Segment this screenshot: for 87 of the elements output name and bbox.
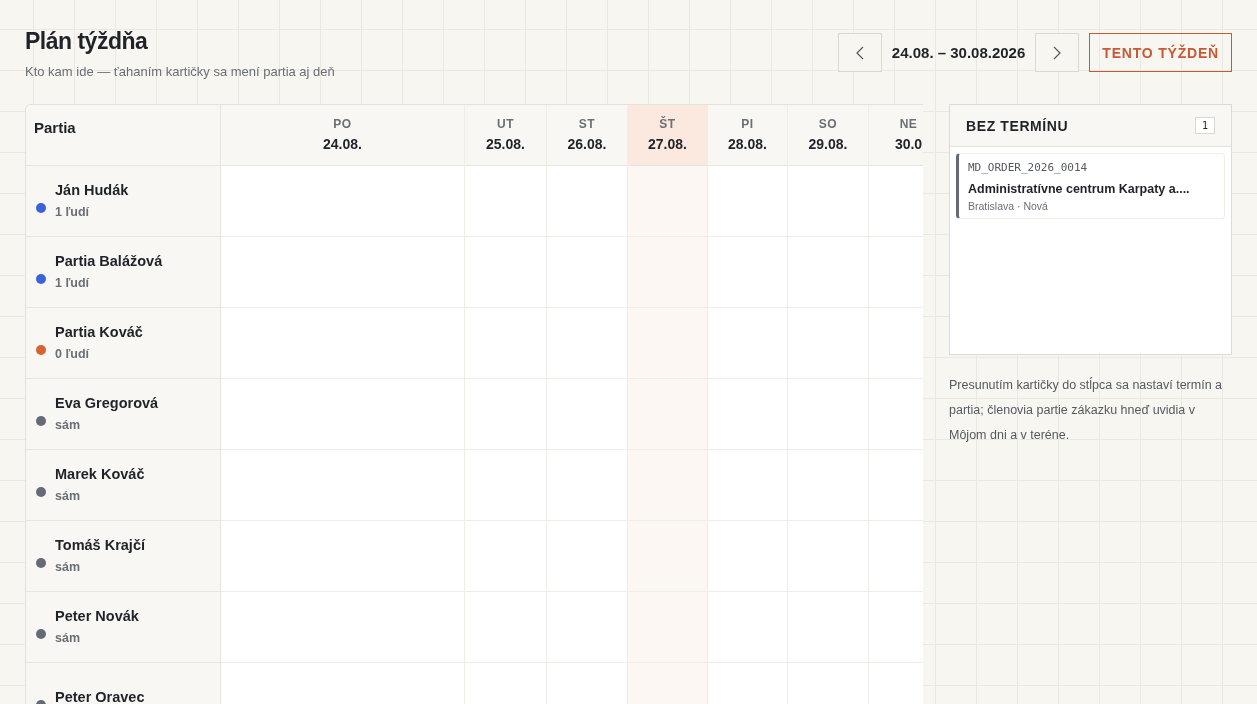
day-cell[interactable]	[465, 237, 547, 308]
day-name: ŠT	[659, 117, 676, 131]
day-cell[interactable]	[547, 379, 628, 450]
day-name: PI	[741, 117, 754, 131]
day-cell[interactable]	[221, 237, 465, 308]
day-cell[interactable]	[708, 592, 788, 663]
day-name: NE	[899, 117, 918, 131]
crew-name: Peter Novák	[55, 607, 139, 624]
day-cell[interactable]	[628, 379, 708, 450]
day-cell[interactable]	[465, 592, 547, 663]
day-name: ST	[578, 117, 596, 131]
day-date: 30.0	[894, 136, 923, 152]
crew-name: Tomáš Krajčí	[55, 536, 145, 553]
day-cell[interactable]	[465, 379, 547, 450]
crew-name: Marek Kováč	[55, 465, 145, 482]
crew-size: sám	[55, 559, 82, 574]
day-cell[interactable]	[547, 308, 628, 379]
day-date: 28.08.	[728, 136, 767, 152]
crew-name: Partia Kováč	[55, 323, 143, 340]
order-card[interactable]: MD_ORDER_2026_0014 Administratívne centrum Karpaty a.... Bratislava · Nová	[956, 153, 1225, 219]
day-cell[interactable]	[221, 166, 465, 237]
day-cell[interactable]	[788, 308, 869, 379]
count-badge: 1	[1194, 117, 1215, 134]
day-cell[interactable]	[547, 592, 628, 663]
day-cell[interactable]	[628, 237, 708, 308]
this-week-button[interactable]: TENTO TÝŽDEŇ	[1089, 33, 1232, 72]
day-date: 25.08.	[486, 136, 525, 152]
day-cell[interactable]	[547, 237, 628, 308]
order-meta: Bratislava · Nová	[968, 200, 1049, 212]
day-cell[interactable]	[788, 521, 869, 592]
day-cell[interactable]	[708, 521, 788, 592]
day-cell[interactable]	[465, 521, 547, 592]
day-cell[interactable]	[221, 379, 465, 450]
day-name: PO	[333, 117, 352, 131]
day-cell[interactable]	[465, 166, 547, 237]
day-cell[interactable]	[708, 237, 788, 308]
chevron-right-icon	[1053, 45, 1062, 60]
day-date: 24.08.	[323, 136, 362, 152]
day-cell[interactable]	[628, 521, 708, 592]
day-cell[interactable]	[547, 166, 628, 237]
day-cell[interactable]	[465, 308, 547, 379]
day-cell[interactable]	[788, 450, 869, 521]
day-cell[interactable]	[788, 166, 869, 237]
chevron-left-icon	[855, 45, 864, 60]
day-cell[interactable]	[628, 308, 708, 379]
day-cell[interactable]	[628, 592, 708, 663]
day-cell[interactable]	[708, 166, 788, 237]
crew-size: 1 ľudí	[55, 275, 90, 290]
crew-size: sám	[55, 630, 82, 645]
page-title: Plán týždňa	[25, 28, 149, 55]
column-header: Partia	[26, 105, 221, 166]
day-cell[interactable]	[628, 450, 708, 521]
week-range: 24.08. – 30.08.2026	[891, 44, 1026, 61]
crew-name: Peter Oravec	[55, 689, 145, 704]
day-name: SO	[818, 117, 838, 131]
next-week-button[interactable]	[1035, 33, 1080, 72]
day-cell[interactable]	[708, 379, 788, 450]
crew-size: 0 ľudí	[55, 346, 90, 361]
page-subtitle: Kto kam ide — ťahaním kartičky sa mení partia aj deň	[25, 64, 335, 79]
crew-name: Ján Hudák	[55, 181, 129, 198]
day-cell[interactable]	[547, 521, 628, 592]
order-title: Administratívne centrum Karpaty a....	[968, 182, 1191, 196]
day-cell[interactable]	[788, 379, 869, 450]
day-cell[interactable]	[708, 450, 788, 521]
crew-size: 1 ľudí	[55, 204, 90, 219]
crew-size: sám	[55, 417, 82, 432]
day-cell[interactable]	[221, 521, 465, 592]
day-date: 27.08.	[648, 136, 687, 152]
day-cell[interactable]	[547, 450, 628, 521]
crew-name: Partia Balážová	[55, 252, 163, 269]
day-cell[interactable]	[788, 237, 869, 308]
day-name: UT	[497, 117, 514, 131]
day-cell[interactable]	[628, 166, 708, 237]
day-cell[interactable]	[221, 592, 465, 663]
day-cell[interactable]	[708, 308, 788, 379]
day-cell[interactable]	[465, 450, 547, 521]
previous-week-button[interactable]	[837, 33, 882, 72]
crew-size: sám	[55, 488, 82, 503]
crew-name: Eva Gregorová	[55, 394, 159, 411]
panel-title: BEZ TERMÍNU	[966, 117, 1069, 134]
help-note: Presunutím kartičky do stĺpca sa nastaví termín a partia; členovia partie zákazku hneď uvidia v Môjom dni a v teréne.	[949, 376, 1224, 444]
day-cell[interactable]	[221, 450, 465, 521]
day-date: 29.08.	[808, 136, 848, 152]
order-code: MD_ORDER_2026_0014	[968, 161, 1089, 174]
day-cell[interactable]	[788, 592, 869, 663]
day-date: 26.08.	[567, 136, 607, 152]
day-cell[interactable]	[221, 308, 465, 379]
